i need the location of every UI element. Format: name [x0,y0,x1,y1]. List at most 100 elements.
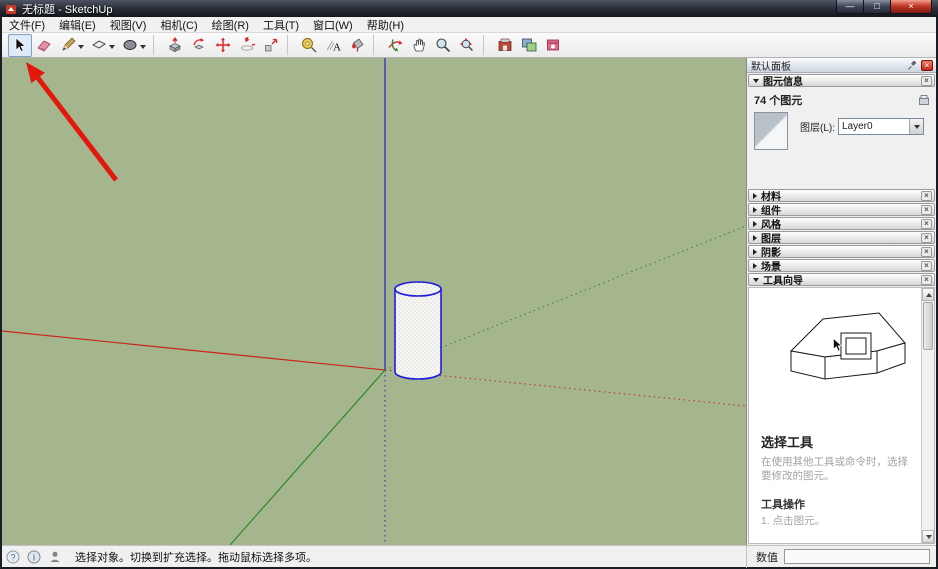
instructor-description: 在使用其他工具或命令时，选择要修改的图元。 [761,455,911,483]
menu-item-help[interactable]: 帮助(H) [360,16,411,34]
panel-section-materials[interactable]: 材料× [748,189,935,202]
panel-section-components[interactable]: 组件× [748,203,935,216]
menu-item-file[interactable]: 文件(F) [2,16,52,34]
scale-tool[interactable] [259,34,283,57]
instructor-close-button[interactable]: × [921,275,932,285]
push-pull-tool[interactable] [163,34,187,57]
zoom-extents-tool[interactable] [455,34,479,57]
svg-text:i: i [33,552,35,562]
close-icon: × [908,2,913,11]
menu-item-draw[interactable]: 绘图(R) [205,16,256,34]
geolocation-icon[interactable] [48,550,62,564]
svg-text:A: A [333,42,341,54]
section-title: 图层 [761,230,921,245]
orbit-tool-icon [387,37,403,53]
cylinder-entity[interactable] [395,282,441,379]
section-close-button[interactable]: × [921,247,932,257]
menu-item-view[interactable]: 视图(V) [103,16,154,34]
paint-bucket-tool[interactable] [345,34,369,57]
title-bar[interactable]: 无标题 - SketchUp — □ × [0,0,938,17]
section-close-button[interactable]: × [921,205,932,215]
instructor-header[interactable]: 工具向导 × [748,273,935,286]
extensions-tool-icon [545,37,561,53]
section-close-button[interactable]: × [921,191,932,201]
share-model-tool[interactable] [517,34,541,57]
minimize-button[interactable]: — [836,0,864,14]
section-close-button[interactable]: × [921,261,932,271]
drawing-axes [2,58,746,545]
pan-tool[interactable] [407,34,431,57]
panel-section-shadows[interactable]: 阴影× [748,245,935,258]
shapes-tool-icon [91,37,107,53]
dropdown-arrow-icon[interactable] [140,45,146,49]
panel-close-button[interactable]: × [921,60,933,71]
section-title: 阴影 [761,244,921,259]
measurement-input[interactable] [784,549,930,564]
help-icon[interactable]: ? [6,550,20,564]
entity-info-header[interactable]: 图元信息 × [748,74,935,87]
panel-section-layers[interactable]: 图层× [748,231,935,244]
line-tool-icon [60,37,76,53]
rotate-tool[interactable] [235,34,259,57]
zoom-tool[interactable] [431,34,455,57]
text-tool-icon: A [325,37,341,53]
window-controls: — □ × [836,0,932,17]
measurement-label: 数值 [746,546,784,568]
extensions-tool[interactable] [541,34,565,57]
layer-dropdown-arrow-icon[interactable] [909,119,923,134]
select-tool[interactable] [8,34,32,57]
house-illustration [789,301,907,396]
entity-info-close-button[interactable]: × [921,76,932,86]
menu-item-edit[interactable]: 编辑(E) [52,16,103,34]
zoom-tool-icon [435,37,451,53]
move-tool[interactable] [211,34,235,57]
text-tool[interactable]: A [321,34,345,57]
red-axis [2,331,385,370]
shapes-tool[interactable] [87,34,118,57]
expand-arrow-icon [753,221,757,227]
pin-icon[interactable] [907,60,918,71]
panel-section-styles[interactable]: 风格× [748,217,935,230]
menu-item-tools[interactable]: 工具(T) [256,16,306,34]
annotation-arrow [26,62,116,180]
scrollbar-track[interactable] [922,351,934,530]
circle-tool[interactable] [118,34,149,57]
sketchup-logo-icon [5,3,17,15]
info-icon[interactable]: i [27,550,41,564]
scrollbar-thumb[interactable] [923,302,933,350]
layer-dropdown[interactable]: Layer0 [838,118,924,135]
share-model-tool-icon [521,37,537,53]
viewport[interactable] [2,58,746,545]
svg-text:?: ? [10,552,15,562]
dropdown-arrow-icon[interactable] [109,45,115,49]
expand-arrow-icon [753,263,757,269]
instructor-keys-title: 功能键 [761,542,911,543]
menu-item-camera[interactable]: 相机(C) [153,16,204,34]
section-close-button[interactable]: × [921,219,932,229]
dropdown-arrow-icon[interactable] [78,45,84,49]
instructor-scrollbar[interactable] [921,288,934,543]
move-tool-icon [215,37,231,53]
expand-arrow-icon [753,249,757,255]
minimize-icon: — [846,2,855,11]
tape-measure-tool[interactable] [297,34,321,57]
orbit-tool[interactable] [383,34,407,57]
section-title: 场景 [761,258,921,273]
instructor-operations: 1. 点击图元。 [761,515,911,529]
scroll-up-icon[interactable] [922,288,934,301]
close-button[interactable]: × [890,0,932,14]
follow-me-tool[interactable] [187,34,211,57]
warehouse-tool[interactable] [493,34,517,57]
entity-detail-icon[interactable] [918,94,930,106]
panel-title-bar[interactable]: 默认面板 × [747,58,936,73]
window-title: 无标题 - SketchUp [22,1,836,17]
pan-tool-icon [411,37,427,53]
line-tool[interactable] [56,34,87,57]
scroll-down-icon[interactable] [922,530,934,543]
select-tool-icon [12,37,28,53]
section-close-button[interactable]: × [921,233,932,243]
eraser-tool[interactable] [32,34,56,57]
menu-item-window[interactable]: 窗口(W) [306,16,360,34]
maximize-button[interactable]: □ [863,0,891,14]
panel-section-scenes[interactable]: 场景× [748,259,935,272]
